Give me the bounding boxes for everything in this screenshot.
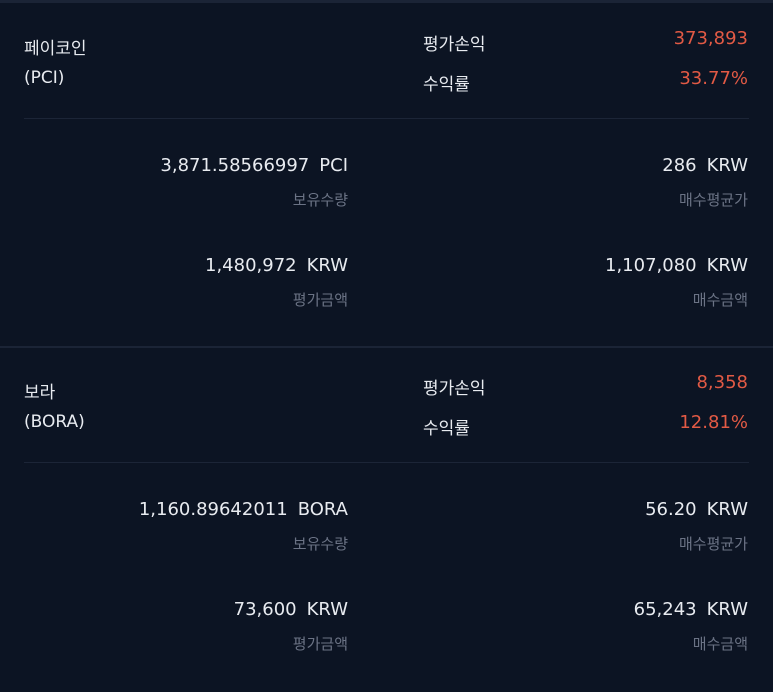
- eval-amount-label: 평가금액: [292, 291, 348, 309]
- section-divider: [24, 462, 749, 463]
- quantity-unit: PCI: [319, 155, 348, 176]
- coin-symbol: (PCI): [24, 68, 65, 88]
- avg-price-stat: 56.20 KRW 매수평균가: [408, 496, 748, 554]
- eval-amount-value: 1,480,972 KRW: [205, 255, 348, 276]
- quantity-unit: BORA: [297, 499, 348, 520]
- buy-amount-stat: 1,107,080 KRW 매수금액: [408, 252, 748, 310]
- eval-amount-label: 평가금액: [292, 635, 348, 653]
- quantity-label: 보유수량: [292, 535, 348, 553]
- coin-name: 보라: [24, 383, 56, 403]
- profit-loss-label: 평가손익: [423, 379, 486, 399]
- buy-amount-unit: KRW: [706, 599, 748, 620]
- buy-amount-stat: 65,243 KRW 매수금액: [408, 596, 748, 654]
- buy-amount-unit: KRW: [706, 255, 748, 276]
- profit-loss-label: 평가손익: [423, 35, 486, 55]
- profit-loss-value: 8,358: [696, 372, 748, 393]
- quantity-value: 1,160.89642011 BORA: [138, 499, 348, 520]
- avg-price-label: 매수평균가: [678, 191, 748, 209]
- avg-price-value: 56.20 KRW: [645, 499, 748, 520]
- quantity-value: 3,871.58566997 PCI: [160, 155, 348, 176]
- quantity-stat: 3,871.58566997 PCI 보유수량: [8, 152, 348, 210]
- holding-card-bora[interactable]: 보라 (BORA) 평가손익 8,358 수익률 12.81% 1,160.89…: [0, 348, 773, 692]
- coin-symbol: (BORA): [24, 412, 85, 432]
- coin-name: 페이코인: [24, 39, 87, 59]
- eval-amount-stat: 73,600 KRW 평가금액: [8, 596, 348, 654]
- eval-amount-unit: KRW: [306, 599, 348, 620]
- eval-amount-value: 73,600 KRW: [233, 599, 348, 620]
- top-divider: [0, 0, 773, 3]
- eval-amount-stat: 1,480,972 KRW 평가금액: [8, 252, 348, 310]
- return-rate-value: 12.81%: [679, 412, 748, 433]
- buy-amount-label: 매수금액: [692, 635, 748, 653]
- avg-price-unit: KRW: [706, 155, 748, 176]
- return-rate-label: 수익률: [423, 75, 470, 95]
- return-rate-label: 수익률: [423, 419, 470, 439]
- eval-amount-unit: KRW: [306, 255, 348, 276]
- quantity-stat: 1,160.89642011 BORA 보유수량: [8, 496, 348, 554]
- avg-price-value: 286 KRW: [662, 155, 748, 176]
- profit-loss-value: 373,893: [673, 28, 748, 49]
- return-rate-value: 33.77%: [679, 68, 748, 89]
- holding-card-pci[interactable]: 페이코인 (PCI) 평가손익 373,893 수익률 33.77% 3,871…: [0, 4, 773, 348]
- avg-price-label: 매수평균가: [678, 535, 748, 553]
- avg-price-unit: KRW: [706, 499, 748, 520]
- buy-amount-label: 매수금액: [692, 291, 748, 309]
- avg-price-stat: 286 KRW 매수평균가: [408, 152, 748, 210]
- section-divider: [24, 118, 749, 119]
- quantity-label: 보유수량: [292, 191, 348, 209]
- buy-amount-value: 65,243 KRW: [633, 599, 748, 620]
- buy-amount-value: 1,107,080 KRW: [605, 255, 748, 276]
